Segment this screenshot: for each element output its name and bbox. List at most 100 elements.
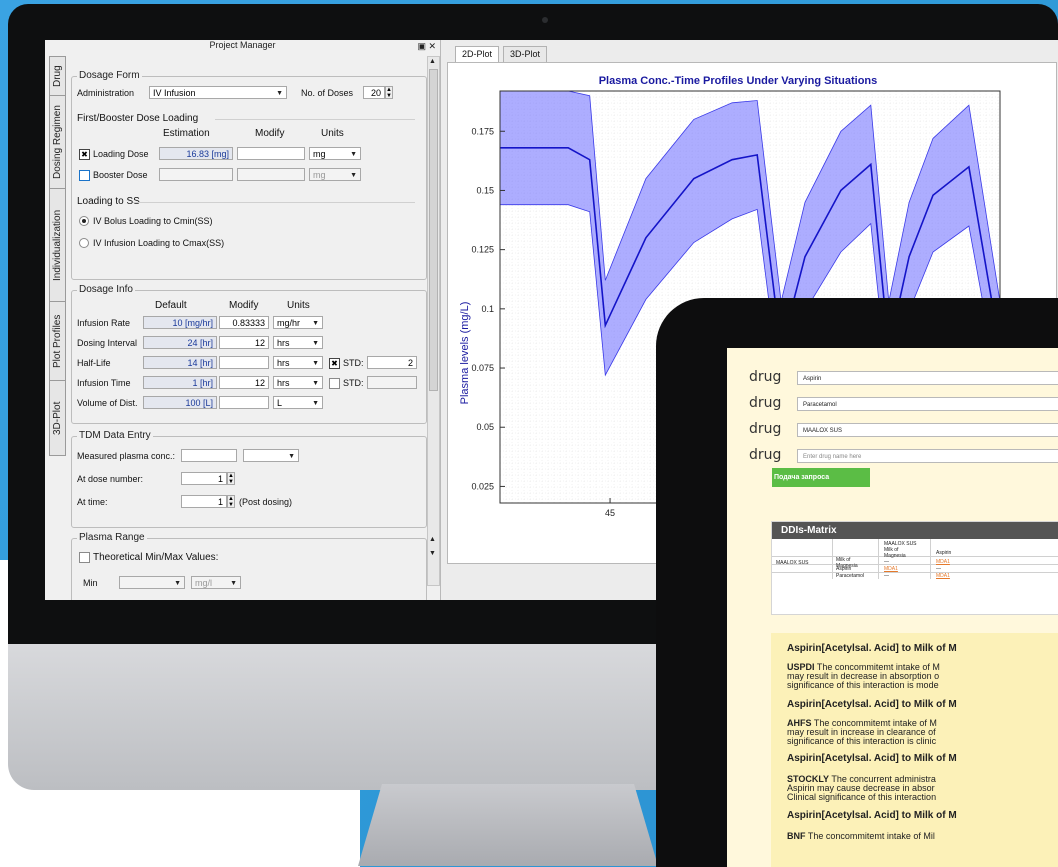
interaction-articles: Aspirin[Acetylsal. Acid] to Milk of M US…: [771, 633, 1058, 867]
drug-input-1[interactable]: Aspirin: [797, 371, 1058, 385]
loading-dose-modify[interactable]: [237, 147, 305, 160]
side-tab-3d-plot[interactable]: 3D-Plot: [49, 380, 66, 456]
matrix-divider: [878, 539, 879, 579]
booster-dose-checkbox[interactable]: [79, 170, 90, 181]
scroll-down-icon[interactable]: ▼: [428, 549, 437, 559]
drug-label: drug: [749, 421, 782, 437]
article-heading: Aspirin[Acetylsal. Acid] to Milk of M: [787, 699, 957, 710]
min-unit-select[interactable]: mg/l: [191, 576, 241, 589]
tab-2d-plot[interactable]: 2D-Plot: [455, 46, 500, 62]
drug-input-3[interactable]: MAALOX SUS: [797, 423, 1058, 437]
drug-input-2[interactable]: Paracetamol: [797, 397, 1058, 411]
std2-input[interactable]: [367, 376, 417, 389]
booster-dose-label: Booster Dose: [93, 170, 148, 180]
units-header-2: Units: [287, 300, 310, 311]
booster-dose-modify[interactable]: [237, 168, 305, 181]
scroll-up-icon-lower[interactable]: ▲: [428, 535, 437, 545]
tablet-screen: drug Aspirin drug Paracetamol drug MAALO…: [727, 348, 1058, 867]
project-manager-panel: Project Manager ▣ ✕ Drug Dosing Regimen …: [45, 40, 441, 600]
matrix-row-maalox: MAALOX SUS: [776, 560, 809, 566]
post-dosing-label: (Post dosing): [239, 497, 293, 507]
drug-input-4[interactable]: Enter drug name here: [797, 449, 1058, 463]
loading-title: First/Booster Dose Loading: [77, 113, 199, 124]
min-input[interactable]: [119, 576, 185, 589]
camera-icon: [542, 17, 548, 23]
panel-float-close-icons[interactable]: ▣ ✕: [417, 41, 436, 52]
panel-title: Project Manager: [209, 40, 276, 50]
volume-dist-unit-select[interactable]: L: [273, 396, 323, 409]
dosing-interval-unit-select[interactable]: hrs: [273, 336, 323, 349]
std2-checkbox[interactable]: [329, 378, 340, 389]
y-tick-label: 0.125: [471, 245, 494, 255]
article-line: significance of this interaction is mode: [787, 680, 939, 690]
side-tab-individualization[interactable]: Individualization: [49, 188, 66, 302]
drug-label: drug: [749, 447, 782, 463]
plasma-range-group: [71, 538, 427, 600]
administration-label: Administration: [77, 88, 135, 98]
article-heading: Aspirin[Acetylsal. Acid] to Milk of M: [787, 810, 957, 821]
tdm-title: TDM Data Entry: [77, 430, 153, 441]
y-tick-label: 0.15: [476, 185, 494, 195]
plasma-range-title: Plasma Range: [77, 532, 147, 543]
infusion-time-unit-select[interactable]: hrs: [273, 376, 323, 389]
std1-input[interactable]: 2: [367, 356, 417, 369]
form-scrollbar[interactable]: ▲ ▲ ▼: [427, 56, 440, 586]
measured-unit-select[interactable]: [243, 449, 299, 462]
half-life-default: 14 [hr]: [143, 356, 217, 369]
matrix-cell: —: [884, 573, 889, 579]
matrix-link[interactable]: MDA1: [936, 573, 950, 579]
half-life-modify[interactable]: [219, 356, 269, 369]
ivbolus-radio[interactable]: [79, 216, 89, 226]
submit-button[interactable]: Подача запроса: [772, 468, 870, 487]
side-tab-dosing-regimen[interactable]: Dosing Regimen: [49, 95, 66, 189]
side-tab-drug[interactable]: Drug: [49, 56, 66, 96]
infusion-rate-unit-select[interactable]: mg/hr: [273, 316, 323, 329]
volume-dist-default: 100 [L]: [143, 396, 217, 409]
volume-dist-label: Volume of Dist.: [77, 398, 138, 408]
loading-divider: [215, 119, 415, 120]
modify-header: Modify: [255, 128, 285, 139]
infusion-rate-modify[interactable]: 0.83333: [219, 316, 269, 329]
theoretical-checkbox[interactable]: [79, 552, 90, 563]
infusion-time-label: Infusion Time: [77, 378, 131, 388]
tab-3d-plot[interactable]: 3D-Plot: [503, 46, 548, 62]
dose-number-spinner[interactable]: ▲ ▼: [227, 472, 235, 485]
doses-input[interactable]: 20: [363, 86, 385, 99]
loading-dose-unit-select[interactable]: mg: [309, 147, 361, 160]
measured-input[interactable]: [181, 449, 237, 462]
article-heading: Aspirin[Acetylsal. Acid] to Milk of M: [787, 643, 957, 654]
matrix-cell: —: [936, 566, 941, 572]
monitor-stand: [358, 784, 658, 866]
time-input[interactable]: 1: [181, 495, 227, 508]
dosing-interval-label: Dosing Interval: [77, 338, 138, 348]
matrix-divider: [772, 572, 1058, 573]
std1-checkbox[interactable]: ✖: [329, 358, 340, 369]
scroll-up-icon[interactable]: ▲: [428, 57, 437, 67]
infusion-time-modify[interactable]: 12: [219, 376, 269, 389]
theoretical-label: Theoretical Min/Max Values:: [93, 552, 219, 563]
booster-dose-unit-select[interactable]: mg: [309, 168, 361, 181]
dose-number-input[interactable]: 1: [181, 472, 227, 485]
dosing-regimen-form: Dosage Form Administration IV Infusion N…: [67, 56, 429, 600]
side-tab-plot-profiles[interactable]: Plot Profiles: [49, 301, 66, 381]
y-tick-label: 0.075: [471, 363, 494, 373]
half-life-unit-select[interactable]: hrs: [273, 356, 323, 369]
ivinfusion-radio[interactable]: [79, 238, 89, 248]
doses-label: No. of Doses: [301, 88, 354, 98]
doses-spinner[interactable]: ▲ ▼: [385, 86, 393, 99]
administration-select[interactable]: IV Infusion: [149, 86, 287, 99]
matrix-divider: [930, 539, 931, 579]
volume-dist-modify[interactable]: [219, 396, 269, 409]
std1-label: STD:: [343, 358, 364, 368]
matrix-link[interactable]: MDA1: [936, 559, 950, 565]
dosing-interval-modify[interactable]: 12: [219, 336, 269, 349]
scroll-thumb[interactable]: [429, 69, 438, 391]
loading-dose-checkbox[interactable]: ✖: [79, 149, 90, 160]
modify-header-2: Modify: [229, 300, 259, 311]
x-tick-label: 45: [605, 508, 615, 518]
min-label: Min: [83, 578, 98, 588]
matrix-link[interactable]: MDA1: [884, 566, 898, 572]
default-header: Default: [155, 300, 187, 311]
article-heading: Aspirin[Acetylsal. Acid] to Milk of M: [787, 753, 957, 764]
time-spinner[interactable]: ▲ ▼: [227, 495, 235, 508]
